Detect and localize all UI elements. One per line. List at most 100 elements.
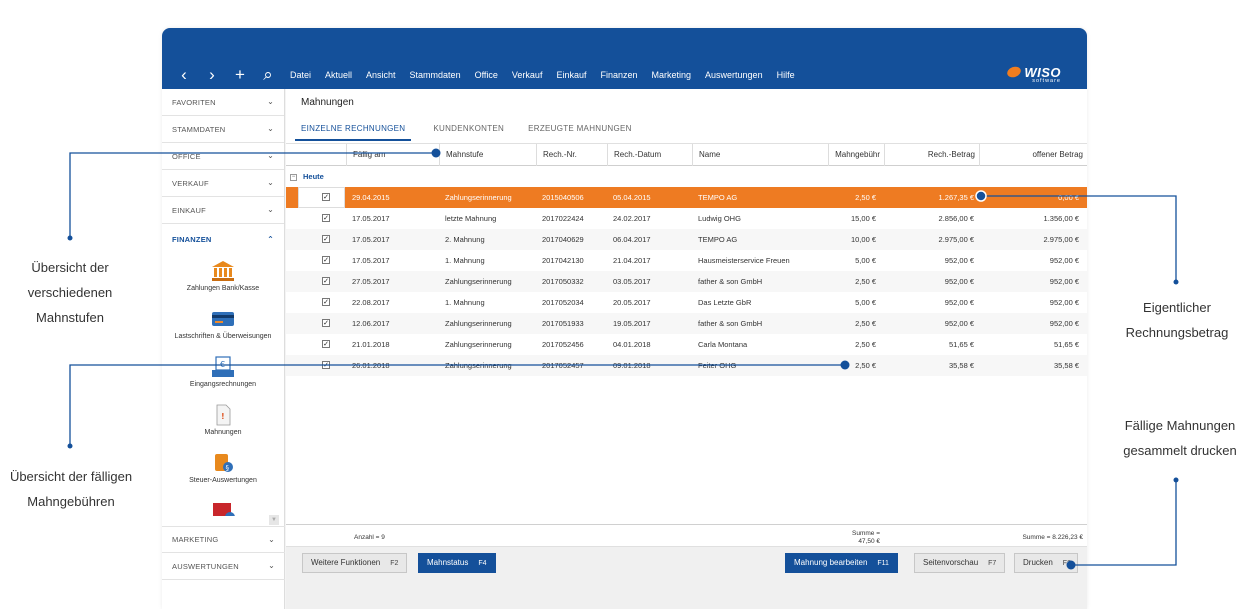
- reminder-status-button[interactable]: Mahnstatus F4: [418, 553, 496, 573]
- forward-icon[interactable]: ›: [198, 64, 226, 86]
- sidebar-tool-mahnungen[interactable]: ! Mahnungen: [162, 404, 284, 452]
- row-checkbox[interactable]: ✓: [322, 235, 330, 243]
- sidebar-section-auswertungen[interactable]: AUSWERTUNGEN ⌄: [162, 553, 285, 580]
- callout-line: Rechnungsbetrag: [1125, 325, 1229, 340]
- total-open-sum: Summe = 8.226,23 €: [1022, 534, 1083, 541]
- table-row[interactable]: ✓ 17.05.2017 letzte Mahnung 2017022424 24.02…: [286, 208, 1087, 229]
- row-checkbox[interactable]: ✓: [322, 319, 330, 327]
- add-icon[interactable]: +: [226, 64, 254, 86]
- total-count: Anzahl = 9: [354, 534, 385, 541]
- sidebar-scroll-down[interactable]: ▼: [269, 515, 279, 525]
- edit-reminder-button[interactable]: Mahnung bearbeiten F11: [785, 553, 898, 573]
- cell-fee: 15,00 €: [850, 214, 876, 223]
- tab-kundenkonten[interactable]: KUNDENKONTEN: [433, 124, 504, 141]
- search-icon[interactable]: ⌕: [254, 64, 282, 86]
- column-header-rechdatum[interactable]: Rech.-Datum: [607, 144, 692, 166]
- row-checkbox[interactable]: ✓: [322, 298, 330, 306]
- menu-verkauf[interactable]: Verkauf: [512, 70, 543, 80]
- menu-datei[interactable]: Datei: [290, 70, 311, 80]
- menu-office[interactable]: Office: [475, 70, 498, 80]
- cell-number: 2017042130: [542, 256, 584, 265]
- reminder-table: Fällig am Mahnstufe Rech.-Nr. Rech.-Datu…: [286, 143, 1087, 376]
- sidebar-tool-steuer[interactable]: § Steuer-Auswertungen: [162, 452, 284, 500]
- menu-finanzen[interactable]: Finanzen: [600, 70, 637, 80]
- row-checkbox[interactable]: ✓: [322, 277, 330, 285]
- row-checkbox[interactable]: ✓: [322, 340, 330, 348]
- table-row[interactable]: ✓ 26.01.2018 Zahlungserinnerung 2017052457 0…: [286, 355, 1087, 376]
- column-header-rechnr[interactable]: Rech.-Nr.: [536, 144, 607, 166]
- sidebar-section-office[interactable]: OFFICE ⌄: [162, 143, 284, 170]
- sidebar-section-einkauf[interactable]: EINKAUF ⌄: [162, 197, 284, 224]
- table-row[interactable]: ✓ 17.05.2017 2. Mahnung 2017040629 06.04.201…: [286, 229, 1087, 250]
- table-row[interactable]: ✓ 12.06.2017 Zahlungserinnerung 2017051933 1…: [286, 313, 1087, 334]
- cell-number: 2017040629: [542, 235, 584, 244]
- table-row[interactable]: ✓ 29.04.2015 Zahlungserinnerung 2015040506 0…: [286, 187, 1087, 208]
- collapse-icon[interactable]: −: [290, 174, 297, 181]
- menu-auswertungen[interactable]: Auswertungen: [705, 70, 763, 80]
- chevron-down-icon: ⌄: [267, 97, 274, 106]
- menu-ansicht[interactable]: Ansicht: [366, 70, 396, 80]
- title-bar: ‹ › + ⌕ Datei Aktuell Ansicht Stammdaten…: [162, 28, 1087, 89]
- print-button[interactable]: Drucken F8: [1014, 553, 1078, 573]
- cell-open: 35,58 €: [1053, 361, 1079, 370]
- sidebar-tool-eingangsrechnungen[interactable]: € Eingangsrechnungen: [162, 356, 284, 404]
- navigation-buttons: ‹ › + ⌕: [170, 64, 282, 86]
- cell-amount: 952,00 €: [944, 256, 974, 265]
- sidebar-tool-label: Eingangsrechnungen: [189, 381, 257, 388]
- chevron-down-icon: ⌄: [268, 535, 275, 544]
- chevron-down-icon: ⌄: [267, 124, 274, 133]
- sidebar-section-marketing[interactable]: MARKETING ⌄: [162, 526, 285, 553]
- page-preview-button[interactable]: Seitenvorschau F7: [914, 553, 1006, 573]
- cell-open: 952,00 €: [1049, 277, 1079, 286]
- back-icon[interactable]: ‹: [170, 64, 198, 86]
- more-functions-button[interactable]: Weitere Funktionen F2: [302, 553, 408, 573]
- app-window: ‹ › + ⌕ Datei Aktuell Ansicht Stammdaten…: [162, 28, 1087, 609]
- row-checkbox[interactable]: ✓: [322, 193, 330, 201]
- sidebar-section-finanzen[interactable]: FINANZEN ⌃: [162, 224, 284, 254]
- callout-mahngebuehren: Übersicht der fälligen Mahngebühren: [0, 464, 142, 514]
- table-row[interactable]: ✓ 27.05.2017 Zahlungserinnerung 2017050332 0…: [286, 271, 1087, 292]
- column-header-offener-betrag[interactable]: offener Betrag: [979, 144, 1087, 166]
- row-checkbox[interactable]: ✓: [322, 214, 330, 222]
- cell-date: 20.05.2017: [613, 298, 651, 307]
- sidebar-section-verkauf[interactable]: VERKAUF ⌄: [162, 170, 284, 197]
- button-shortcut: F2: [390, 560, 399, 567]
- sidebar-tool-zahlungen[interactable]: Zahlungen Bank/Kasse: [162, 260, 284, 308]
- menu-hilfe[interactable]: Hilfe: [777, 70, 795, 80]
- sidebar-section-label: AUSWERTUNGEN: [172, 561, 239, 571]
- column-header-mahnstufe[interactable]: Mahnstufe: [439, 144, 536, 166]
- cell-name: father & son GmbH: [698, 277, 763, 286]
- cell-level: Zahlungserinnerung: [445, 277, 512, 286]
- menu-marketing[interactable]: Marketing: [652, 70, 692, 80]
- row-checkbox[interactable]: ✓: [322, 361, 330, 369]
- sidebar-tool-label: Zahlungen Bank/Kasse: [186, 285, 260, 292]
- cell-amount: 35,58 €: [948, 361, 974, 370]
- column-header-name[interactable]: Name: [692, 144, 828, 166]
- sidebar-section-stammdaten[interactable]: STAMMDATEN ⌄: [162, 116, 284, 143]
- tab-erzeugte-mahnungen[interactable]: ERZEUGTE MAHNUNGEN: [528, 124, 632, 141]
- cell-date: 04.01.2018: [613, 340, 651, 349]
- sidebar-section-favoriten[interactable]: FAVORITEN ⌄: [162, 89, 284, 116]
- column-header-rechbetrag[interactable]: Rech.-Betrag: [884, 144, 979, 166]
- connector-dot: [1173, 477, 1179, 483]
- cell-due: 22.08.2017: [352, 298, 390, 307]
- table-row[interactable]: ✓ 21.01.2018 Zahlungserinnerung 2017052456 0…: [286, 334, 1087, 355]
- reminder-document-icon: !: [211, 404, 235, 426]
- cell-fee: 5,00 €: [855, 298, 876, 307]
- sidebar-tool-partial[interactable]: [162, 500, 284, 516]
- sidebar-tool-label: Steuer-Auswertungen: [189, 477, 257, 484]
- group-row-heute[interactable]: − Heute: [286, 168, 1087, 187]
- row-checkbox[interactable]: ✓: [322, 256, 330, 264]
- column-header-faellig[interactable]: Fällig am: [346, 144, 439, 166]
- sidebar-tool-lastschriften[interactable]: Lastschriften & Überweisungen: [162, 308, 284, 356]
- menu-stammdaten[interactable]: Stammdaten: [410, 70, 461, 80]
- svg-text:!: !: [221, 412, 225, 421]
- table-row[interactable]: ✓ 22.08.2017 1. Mahnung 2017052034 20.05.201…: [286, 292, 1087, 313]
- tab-einzelne-rechnungen[interactable]: EINZELNE RECHNUNGEN: [295, 124, 412, 141]
- column-header-mahngebuehr[interactable]: Mahngebühr: [828, 144, 884, 166]
- connector-dot: [67, 235, 73, 241]
- chevron-down-icon: ⌄: [268, 561, 275, 570]
- menu-aktuell[interactable]: Aktuell: [325, 70, 352, 80]
- menu-einkauf[interactable]: Einkauf: [556, 70, 586, 80]
- table-row[interactable]: ✓ 17.05.2017 1. Mahnung 2017042130 21.04.201…: [286, 250, 1087, 271]
